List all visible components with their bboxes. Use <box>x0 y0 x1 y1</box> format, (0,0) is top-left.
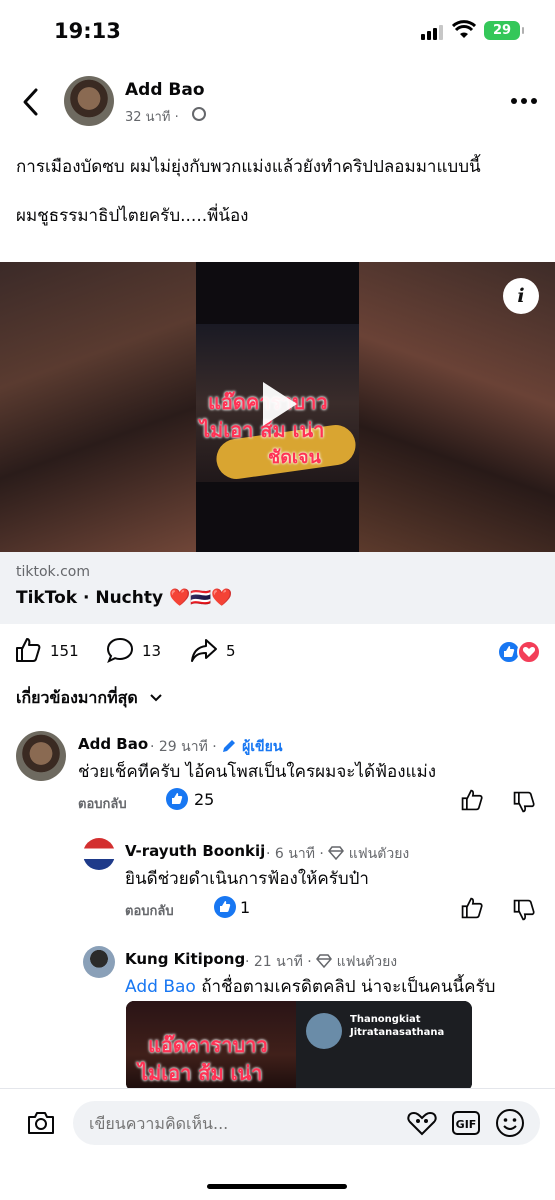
wifi-icon <box>452 20 476 38</box>
commenter-name[interactable]: Add Bao <box>78 735 148 753</box>
profile-name: Thanongkiat Jitratanasathana <box>350 1014 445 1038</box>
share-icon <box>191 639 217 662</box>
diamond-icon <box>328 846 345 861</box>
comment-count: 13 <box>142 642 162 660</box>
video-caption-3: ชัดเจน <box>268 447 321 468</box>
thumbs-up-icon[interactable] <box>460 788 484 812</box>
like-count: 151 <box>50 642 79 660</box>
thumbs-down-icon[interactable] <box>512 898 536 922</box>
reaction-summary[interactable] <box>497 640 541 664</box>
comment-meta: · 6 นาที · แฟนตัวยง <box>266 846 410 862</box>
author-badge: ผู้เขียน <box>221 739 282 755</box>
reply-button[interactable]: ตอบกลับ <box>125 900 174 921</box>
link-emoji: ❤️🇹🇭❤️ <box>169 588 233 608</box>
like-button[interactable]: 151 <box>14 636 84 666</box>
post-text-line-1: การเมืองบัดซบ ผมไม่ยุ่งกับพวกแม่งแล้วยัง… <box>16 157 481 177</box>
reaction-bar: 151 13 5 <box>0 636 555 668</box>
emoji-icon[interactable] <box>495 1108 525 1138</box>
comment-meta: · 29 นาที · ผู้เขียน <box>150 739 283 755</box>
share-button[interactable]: 5 <box>190 636 250 666</box>
like-reaction-icon <box>166 788 188 810</box>
play-icon[interactable] <box>263 382 297 426</box>
globe-icon <box>192 107 206 121</box>
like-icon <box>16 638 41 662</box>
avatar-sticker-icon[interactable] <box>406 1109 438 1137</box>
like-reaction-icon <box>214 896 236 918</box>
love-reaction-icon <box>517 640 541 664</box>
author-name[interactable]: Add Bao <box>125 80 205 100</box>
comment-text: ยินดีช่วยดำเนินการฟ้องให้ครับป๋า <box>125 869 369 889</box>
gif-icon[interactable]: GIF <box>451 1109 481 1137</box>
commenter-avatar[interactable] <box>83 838 115 870</box>
post-header: Add Bao 32 นาที · <box>0 72 555 134</box>
link-title: TikTok · Nuchty ❤️🇹🇭❤️ <box>16 588 233 608</box>
comment-text: ช่วยเช็คทีครับ ไอ้คนโพสเป็นใครผมจะได้ฟ้อ… <box>78 762 437 782</box>
reply-button[interactable]: ตอบกลับ <box>78 793 127 814</box>
comment-text: Add Bao ถ้าชื่อตามเครดิตคลิป น่าจะเป็นคน… <box>125 977 496 997</box>
cellular-signal-icon <box>421 24 445 40</box>
chevron-down-icon <box>150 694 163 702</box>
commenter-name[interactable]: Kung Kitipong <box>125 950 245 968</box>
comment-sort-dropdown[interactable]: เกี่ยวข้องมากที่สุด <box>16 686 163 711</box>
comment-like-count: 1 <box>240 898 251 917</box>
author-avatar[interactable] <box>64 76 114 126</box>
info-button[interactable]: i <box>503 278 539 314</box>
video-blur-left <box>0 262 196 552</box>
commenter-name[interactable]: V-rayuth Boonkij <box>125 842 265 860</box>
diamond-icon <box>316 954 333 969</box>
status-time: 19:13 <box>54 19 121 43</box>
comment-button[interactable]: 13 <box>106 636 166 666</box>
link-domain: tiktok.com <box>16 564 90 580</box>
commenter-avatar[interactable] <box>16 731 66 781</box>
comment-meta: · 21 นาที · แฟนตัวยง <box>245 954 398 970</box>
comment-image[interactable]: แอ๊ดคาราบาว ไม่เอา ส้ม เน่า Thanongkiat … <box>126 1001 472 1091</box>
thumbs-up-icon[interactable] <box>460 896 484 920</box>
more-options-button[interactable] <box>511 98 537 106</box>
thumbs-down-icon[interactable] <box>512 790 536 814</box>
comment-icon <box>106 637 134 663</box>
svg-text:GIF: GIF <box>456 1118 477 1131</box>
status-bar: 19:13 29 <box>0 0 555 60</box>
post-time: 32 นาที · <box>125 110 179 125</box>
post-text-line-2: ผมชูธรรมาธิปไตยครับ.....พี่น้อง <box>16 206 249 226</box>
link-preview[interactable]: tiktok.com TikTok · Nuchty ❤️🇹🇭❤️ <box>0 552 555 624</box>
pencil-icon <box>223 740 236 752</box>
mention-link[interactable]: Add Bao <box>125 977 196 997</box>
camera-icon[interactable] <box>26 1109 56 1137</box>
commenter-avatar[interactable] <box>83 946 115 978</box>
image-caption-2: ไม่เอา ส้ม เน่า <box>138 1061 263 1085</box>
profile-thumbnail <box>306 1013 342 1049</box>
home-indicator <box>207 1184 347 1189</box>
share-count: 5 <box>226 642 236 660</box>
comment-like-count: 25 <box>194 790 215 809</box>
back-button[interactable] <box>18 86 44 118</box>
battery-icon: 29 <box>484 21 524 40</box>
